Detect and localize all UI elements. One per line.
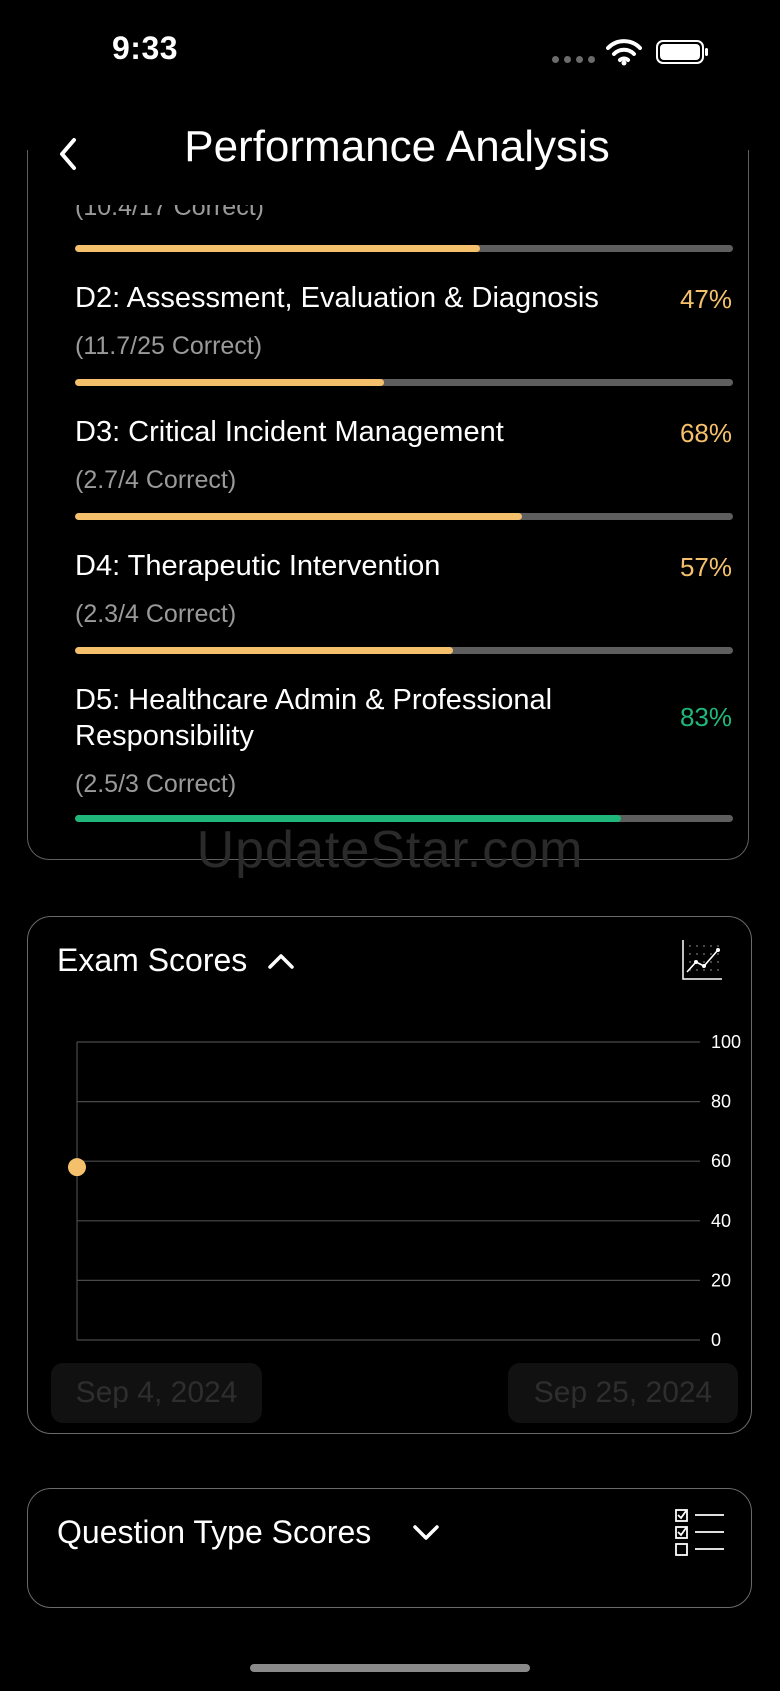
score-point[interactable]	[68, 1158, 86, 1177]
wifi-icon	[606, 39, 642, 66]
chevron-down-icon[interactable]	[411, 1522, 441, 1542]
y-tick-label: 0	[711, 1330, 721, 1350]
domain-4-percent: 57%	[679, 552, 732, 582]
exam-scores-title[interactable]: Exam Scores	[57, 942, 247, 979]
domain-list: (10.4/17 Correct) D2: Assessment, Evalua…	[0, 205, 780, 865]
y-tick-label: 60	[711, 1151, 731, 1171]
y-tick-label: 20	[711, 1270, 731, 1290]
domain-4-label: D4: Therapeutic Intervention	[75, 550, 441, 582]
domain-5-label: D5: Healthcare Admin & Professional Resp…	[75, 684, 553, 752]
domain-3-percent: 68%	[679, 418, 732, 448]
domain-3-label: D3: Critical Incident Management	[75, 416, 504, 448]
domain-2-progress	[75, 379, 733, 386]
domain-1-progress	[75, 245, 733, 252]
question-type-title[interactable]: Question Type Scores	[57, 1514, 371, 1551]
domain-1-correct: (10.4/17 Correct)	[75, 205, 264, 221]
status-time: 9:33	[112, 30, 179, 66]
watermark: UpdateStar.com	[196, 821, 584, 879]
home-indicator[interactable]	[250, 1664, 530, 1672]
y-tick-label: 100	[711, 1032, 741, 1052]
battery-icon	[656, 40, 708, 64]
domain-3-progress	[75, 513, 733, 520]
end-date-pill[interactable]: Sep 25, 2024	[508, 1363, 738, 1423]
chevron-up-icon[interactable]	[266, 951, 296, 971]
domain-2-percent: 47%	[679, 284, 732, 314]
domain-5-correct: (2.5/3 Correct)	[75, 770, 237, 798]
domain-3-correct: (2.7/4 Correct)	[75, 466, 237, 494]
domain-2-label: D2: Assessment, Evaluation & Diagnosis	[75, 282, 599, 314]
domain-2-correct: (11.7/25 Correct)	[75, 332, 263, 360]
y-tick-label: 80	[711, 1092, 731, 1112]
domain-5-percent: 83%	[679, 702, 732, 732]
checklist-icon[interactable]	[674, 1508, 726, 1558]
exam-scores-chart: 0 20 40 60 80 100	[68, 1032, 741, 1350]
domain-4-progress	[75, 647, 733, 654]
y-tick-label: 40	[711, 1211, 731, 1231]
domain-4-correct: (2.3/4 Correct)	[75, 600, 237, 628]
line-chart-icon[interactable]	[680, 938, 724, 982]
signal-icon	[552, 56, 596, 64]
start-date-pill[interactable]: Sep 4, 2024	[51, 1363, 262, 1423]
